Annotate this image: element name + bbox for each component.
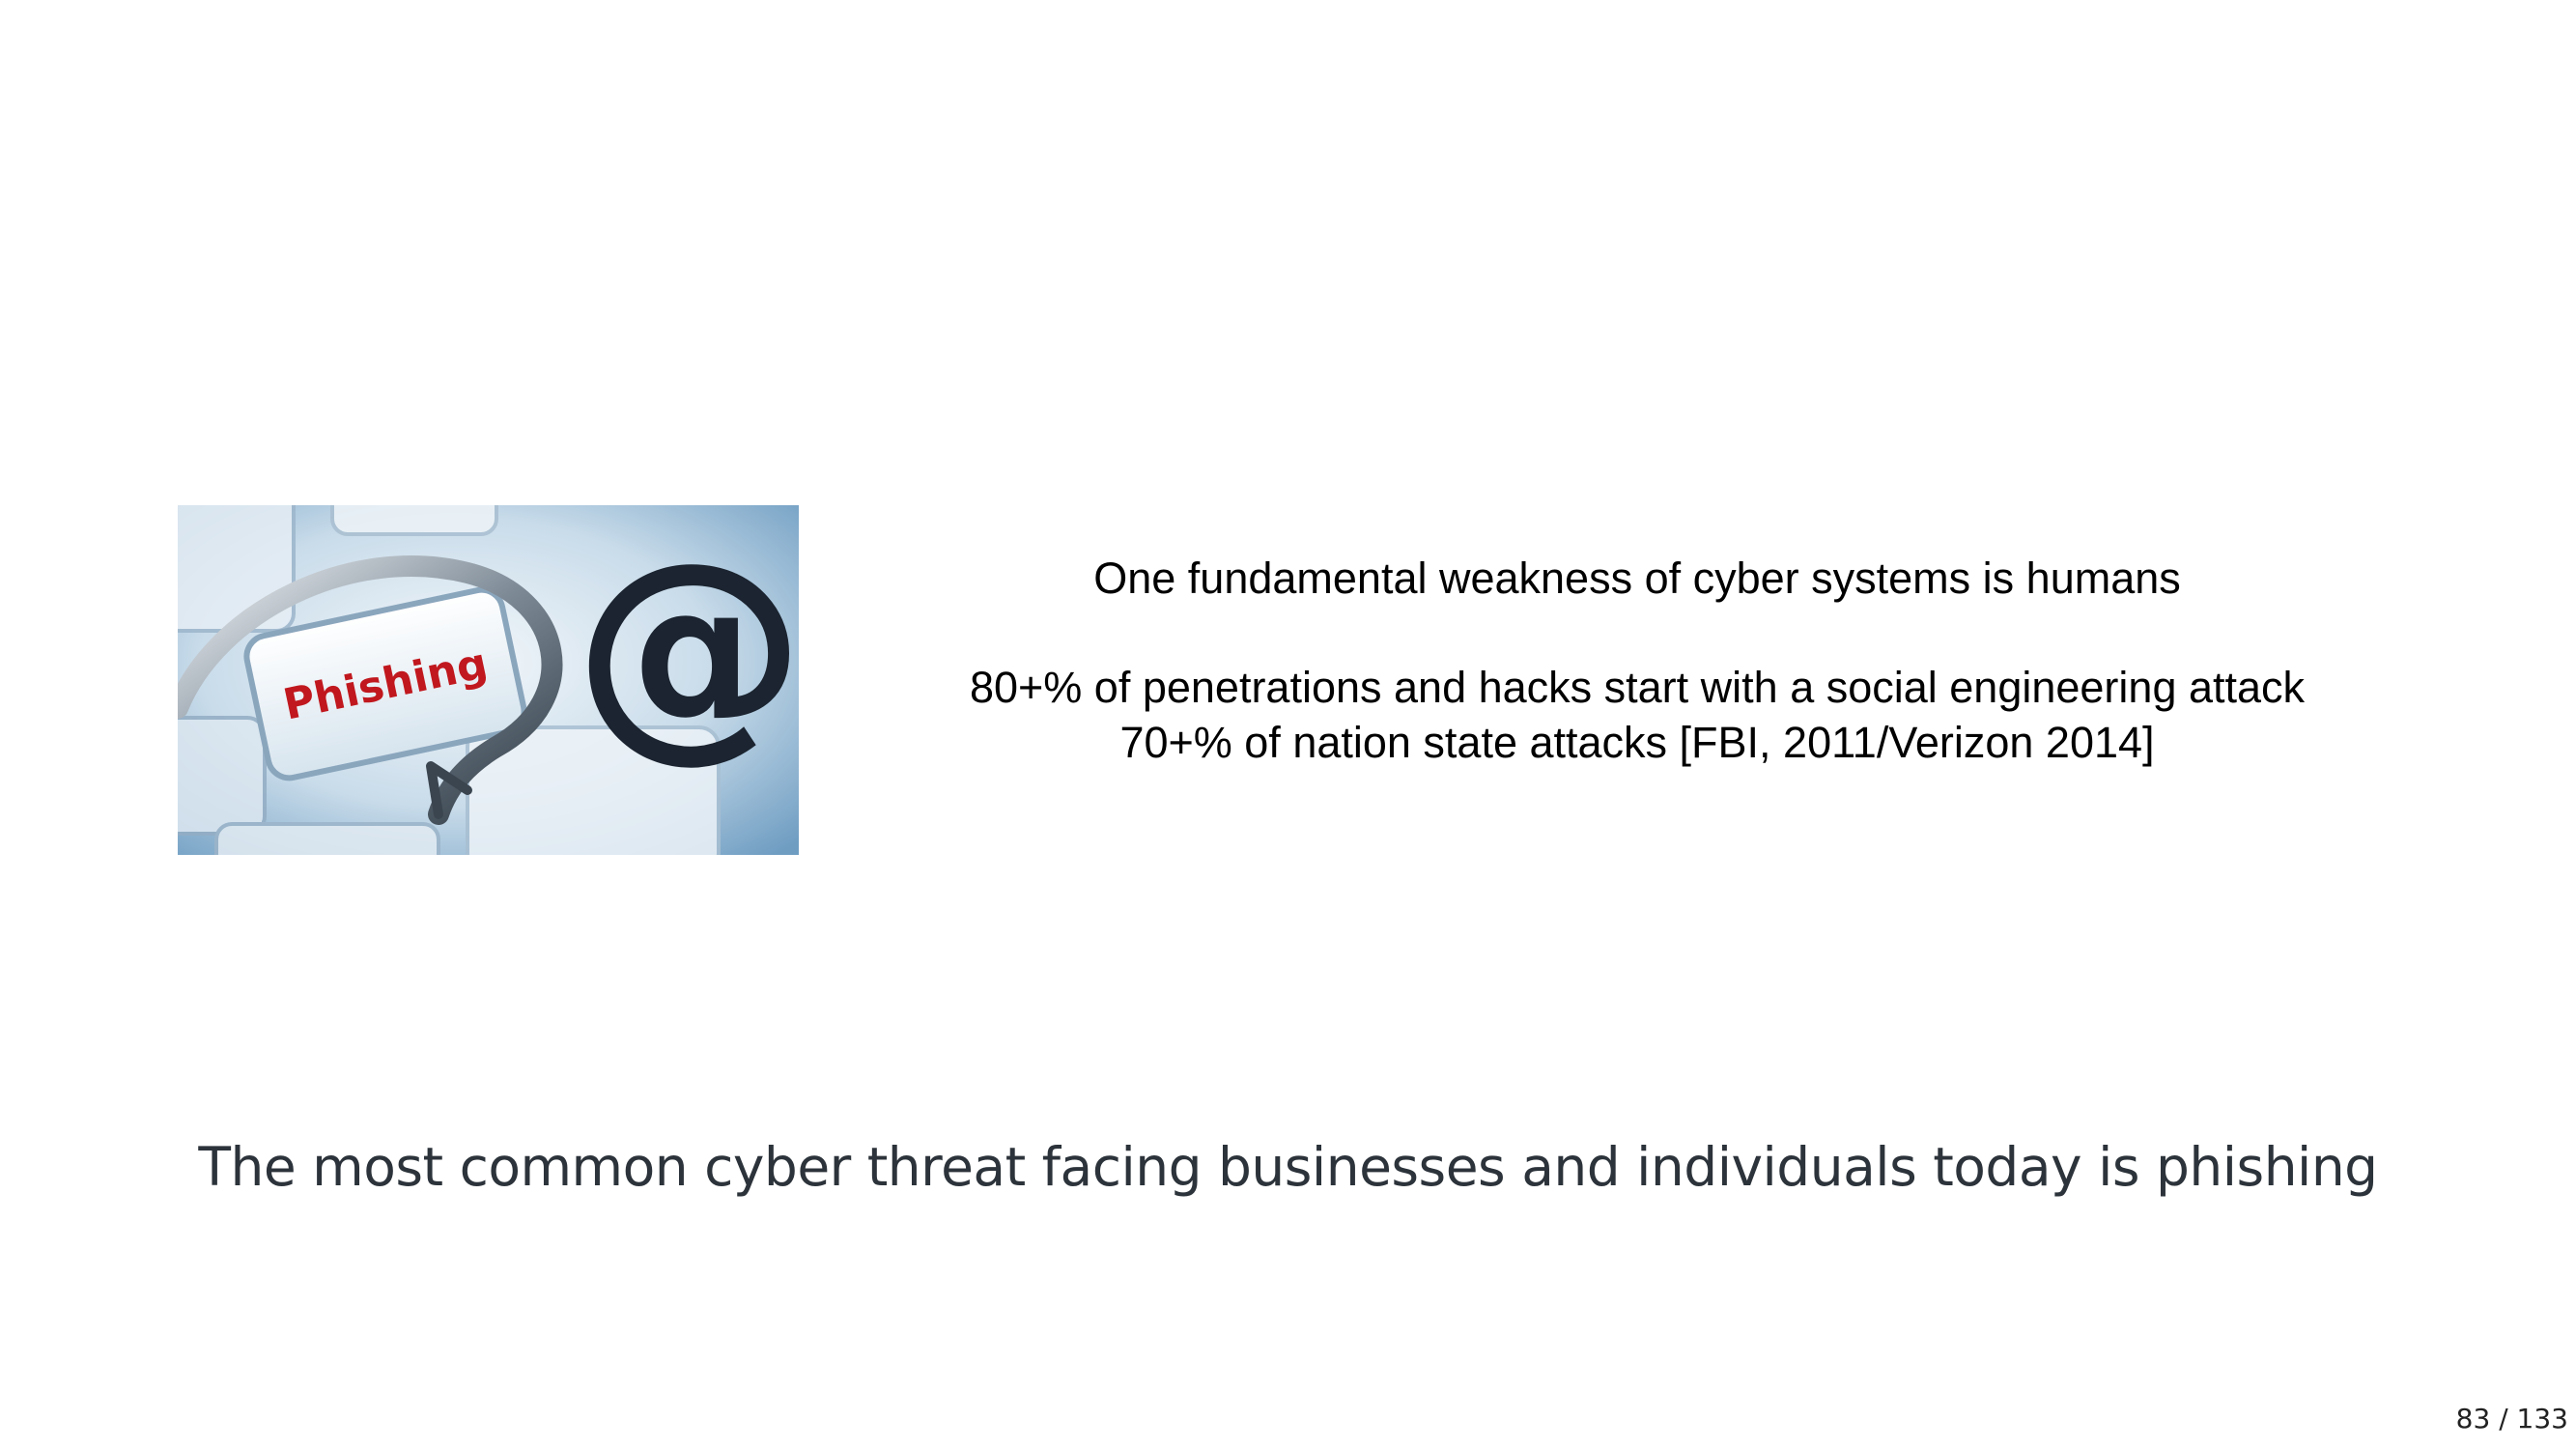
slide-caption: The most common cyber threat facing busi… — [198, 1136, 2378, 1198]
body-line-3: 70+% of nation state attacks [FBI, 2011/… — [1119, 718, 2155, 767]
page-separator: / — [2499, 1403, 2508, 1435]
page-current: 83 — [2455, 1403, 2491, 1435]
body-line-2: 80+% of penetrations and hacks start wit… — [969, 663, 2306, 712]
at-symbol-icon: @ — [574, 512, 799, 782]
page-counter: 83 / 133 — [2456, 1403, 2568, 1435]
page-total: 133 — [2516, 1403, 2568, 1435]
body-line-1: One fundamental weakness of cyber system… — [1093, 554, 2181, 603]
phishing-hook-keyboard-image: Phishing @ — [178, 505, 799, 855]
slide: Phishing @ One fundamental weakness of c… — [0, 0, 2576, 1449]
phishing-illustration: Phishing @ — [178, 505, 799, 855]
body-text: One fundamental weakness of cyber system… — [869, 551, 2405, 770]
body-gap — [869, 606, 2405, 660]
